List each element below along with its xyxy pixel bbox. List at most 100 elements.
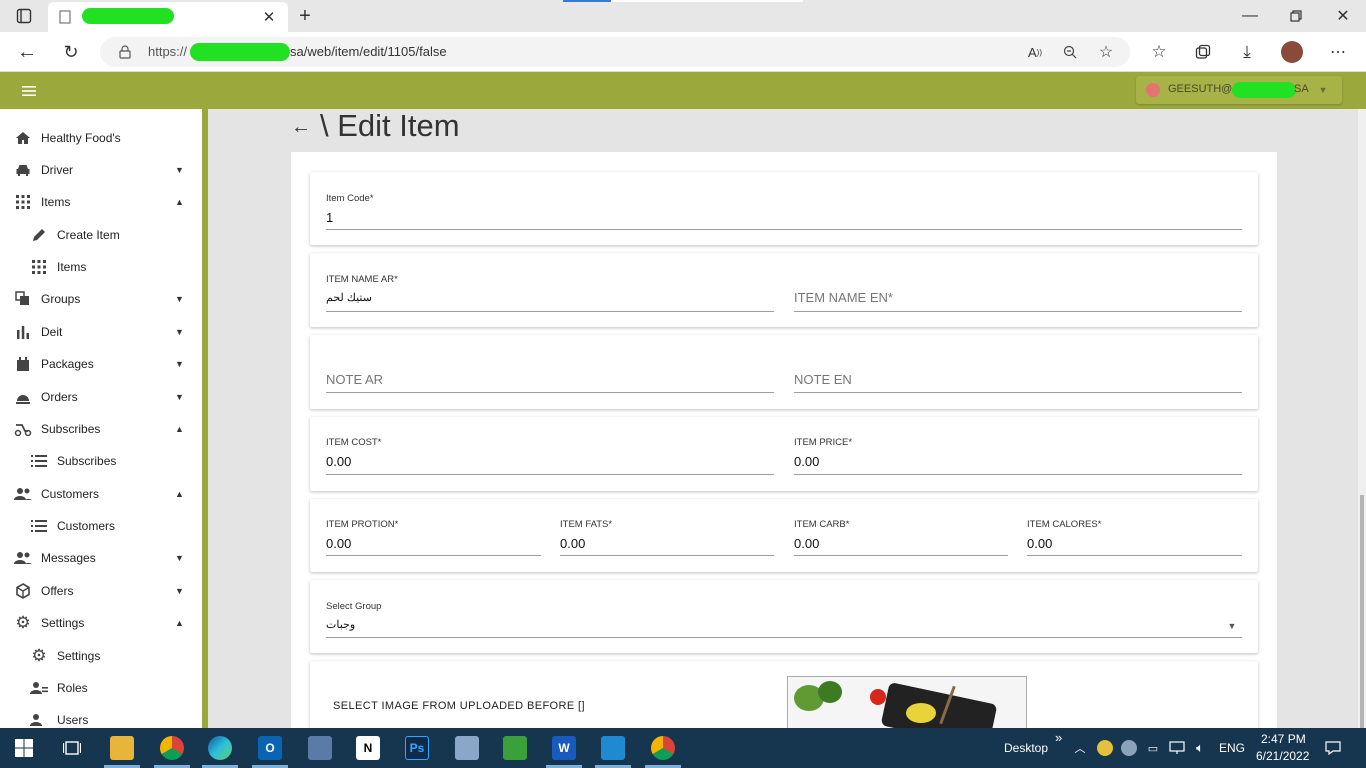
tray-app-icon-1[interactable] xyxy=(1097,740,1113,756)
close-tab-icon[interactable]: ✕ xyxy=(260,8,278,26)
clock-date[interactable]: 6/21/2022 xyxy=(1256,749,1309,763)
toolbar-chevron-icon[interactable]: » xyxy=(1055,730,1062,745)
item-code-input[interactable]: 1 xyxy=(326,210,333,225)
refresh-icon[interactable]: ↻ xyxy=(60,41,82,63)
task-view-icon[interactable] xyxy=(60,736,84,760)
new-tab-icon[interactable]: + xyxy=(294,5,316,27)
item-name-ar-input[interactable]: ستيك لحم xyxy=(326,291,372,304)
user-email-prefix: GEESUTH@ xyxy=(1168,83,1233,95)
back-arrow-icon[interactable]: ← xyxy=(291,116,311,139)
edge-icon[interactable] xyxy=(208,736,232,760)
network-app-icon[interactable] xyxy=(308,736,332,760)
url-box[interactable]: https:// sa/web/item/edit/1105/false A))… xyxy=(100,37,1130,67)
item-calores-input[interactable]: 0.00 xyxy=(1027,536,1052,551)
note-ar-input[interactable]: NOTE AR xyxy=(326,372,383,387)
item-fats-input[interactable]: 0.00 xyxy=(560,536,585,551)
zoom-out-icon[interactable] xyxy=(1060,42,1080,62)
outlook-icon[interactable]: O xyxy=(258,736,282,760)
sidebar-item-create-item[interactable]: Create Item xyxy=(0,219,200,251)
chrome-profile-icon[interactable] xyxy=(651,736,675,760)
tray-app-icon-2[interactable] xyxy=(1121,740,1137,756)
sidebar-item-settings-sub[interactable]: ⚙ Settings xyxy=(0,640,200,672)
desktop-toolbar-label[interactable]: Desktop xyxy=(1004,741,1048,755)
calendar-icon xyxy=(14,355,32,373)
sidebar-item-items-list[interactable]: Items xyxy=(0,251,200,283)
minimize-icon[interactable]: — xyxy=(1240,6,1260,26)
sidebar-item-packages[interactable]: Packages ▼ xyxy=(0,348,200,380)
camera-icon[interactable]: ▭ xyxy=(1146,740,1160,756)
sidebar-item-roles[interactable]: Roles xyxy=(0,672,200,704)
item-price-input[interactable]: 0.00 xyxy=(794,454,819,469)
note-en-input[interactable]: NOTE EN xyxy=(794,372,852,387)
back-icon[interactable]: ← xyxy=(16,41,38,63)
note-ar-underline xyxy=(326,392,774,393)
item-protion-input[interactable]: 0.00 xyxy=(326,536,351,551)
sidebar-item-offers[interactable]: Offers ▼ xyxy=(0,575,200,607)
sidebar-item-driver[interactable]: Driver ▼ xyxy=(0,154,200,186)
sidebar-item-orders[interactable]: Orders ▼ xyxy=(0,381,200,413)
item-carb-input[interactable]: 0.00 xyxy=(794,536,819,551)
select-group-underline xyxy=(326,637,1242,638)
read-aloud-icon[interactable]: A)) xyxy=(1025,42,1045,62)
notion-icon[interactable]: N xyxy=(356,736,380,760)
sidebar-item-label: Settings xyxy=(41,616,85,630)
file-explorer-icon[interactable] xyxy=(110,736,134,760)
sidebar-item-deit[interactable]: Deit ▼ xyxy=(0,316,200,348)
notifications-icon[interactable] xyxy=(1324,739,1342,757)
chevron-down-icon: ▼ xyxy=(175,165,184,175)
show-hidden-icons-icon[interactable]: ︿ xyxy=(1072,739,1088,757)
language-indicator[interactable]: ENG xyxy=(1219,741,1245,755)
home-icon xyxy=(14,129,32,147)
select-group-value[interactable]: وجبات xyxy=(326,618,355,631)
sidebar-item-label: Customers xyxy=(57,519,116,533)
sidebar-item-label: Groups xyxy=(41,292,81,306)
sidebar-item-items[interactable]: Items ▲ xyxy=(0,186,200,218)
sidebar-item-settings[interactable]: ⚙ Settings ▲ xyxy=(0,607,200,639)
word-icon[interactable]: W xyxy=(552,736,576,760)
favorites-icon[interactable]: ☆ xyxy=(1148,41,1170,63)
sidebar-item-label: Settings xyxy=(57,649,101,663)
item-carb-underline xyxy=(794,555,1008,556)
collections-icon[interactable] xyxy=(1192,41,1214,63)
chrome-icon[interactable] xyxy=(160,736,184,760)
more-menu-icon[interactable]: ⋯ xyxy=(1327,41,1349,63)
download-icon[interactable]: ⤓ xyxy=(1236,41,1258,63)
eye-app-icon[interactable] xyxy=(503,736,527,760)
scrollbar-thumb[interactable] xyxy=(1360,495,1364,728)
dropdown-arrow-icon[interactable]: ▼ xyxy=(1224,618,1240,634)
browser-tab-active[interactable]: ✕ xyxy=(48,2,288,32)
item-cost-input[interactable]: 0.00 xyxy=(326,454,351,469)
item-name-ar-label: ITEM NAME AR* xyxy=(326,274,398,285)
save-disk-icon[interactable] xyxy=(455,736,479,760)
browser-address-bar: ← ↻ https:// sa/web/item/edit/1105/false… xyxy=(0,32,1366,72)
volume-icon[interactable]: 🔈︎ xyxy=(1192,740,1208,756)
add-favorite-icon[interactable]: ☆ xyxy=(1096,42,1116,62)
windows-start-icon[interactable] xyxy=(12,736,36,760)
vscode-icon[interactable] xyxy=(601,736,625,760)
sidebar-item-customers[interactable]: Customers ▲ xyxy=(0,478,200,510)
clock-time[interactable]: 2:47 PM xyxy=(1261,732,1306,746)
network-icon[interactable] xyxy=(1169,740,1185,756)
sidebar-item-healthy-foods[interactable]: Healthy Food's xyxy=(0,122,200,154)
sidebar-item-groups[interactable]: Groups ▼ xyxy=(0,283,200,315)
sidebar-item-subscribes-list[interactable]: Subscribes xyxy=(0,445,200,477)
select-image-button[interactable]: SELECT IMAGE FROM UPLOADED BEFORE [] xyxy=(333,700,585,712)
tab-actions-icon[interactable] xyxy=(14,6,34,26)
sidebar-item-label: Packages xyxy=(41,357,94,371)
people-icon xyxy=(14,485,32,503)
photoshop-icon[interactable]: Ps xyxy=(405,736,429,760)
sidebar-item-customers-list[interactable]: Customers xyxy=(0,510,200,542)
chevron-down-icon: ▼ xyxy=(175,553,184,563)
chevron-down-icon: ▼ xyxy=(175,294,184,304)
close-window-icon[interactable]: ✕ xyxy=(1333,6,1353,26)
user-menu-button[interactable]: GEESUTH@ SA ▼ xyxy=(1136,76,1342,104)
hamburger-menu-icon[interactable] xyxy=(18,80,40,102)
sidebar-item-subscribes[interactable]: Subscribes ▲ xyxy=(0,413,200,445)
page-icon xyxy=(58,9,72,25)
sidebar-item-messages[interactable]: Messages ▼ xyxy=(0,542,200,574)
profile-avatar[interactable] xyxy=(1281,41,1303,63)
tab-strip-indicator xyxy=(563,0,611,2)
restore-icon[interactable] xyxy=(1286,6,1306,26)
item-name-en-input[interactable]: ITEM NAME EN* xyxy=(794,290,893,305)
sidebar-item-users[interactable]: Users xyxy=(0,704,200,728)
